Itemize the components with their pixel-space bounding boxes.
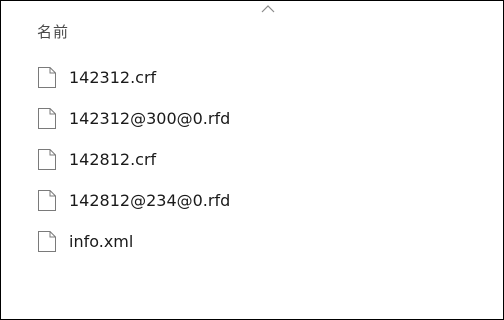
file-explorer-pane: 名前 142312.crf 142312@300@0.rfd 142812.cr… (0, 0, 504, 320)
list-item[interactable]: 142312.crf (38, 67, 230, 88)
file-list: 142312.crf 142312@300@0.rfd 142812.crf 1… (38, 67, 230, 272)
list-item[interactable]: info.xml (38, 231, 230, 252)
file-name: 142312.crf (69, 68, 157, 87)
list-item[interactable]: 142812@234@0.rfd (38, 190, 230, 211)
column-header-name[interactable]: 名前 (37, 21, 69, 42)
file-icon (38, 149, 56, 170)
file-icon (38, 190, 56, 211)
file-name: 142812@234@0.rfd (69, 191, 231, 210)
file-icon (38, 231, 56, 252)
list-item[interactable]: 142312@300@0.rfd (38, 108, 230, 129)
list-item[interactable]: 142812.crf (38, 149, 230, 170)
file-name: info.xml (69, 232, 134, 251)
file-name: 142812.crf (69, 150, 157, 169)
file-name: 142312@300@0.rfd (69, 109, 231, 128)
file-icon (38, 67, 56, 88)
file-icon (38, 108, 56, 129)
sort-ascending-icon[interactable] (261, 5, 275, 13)
